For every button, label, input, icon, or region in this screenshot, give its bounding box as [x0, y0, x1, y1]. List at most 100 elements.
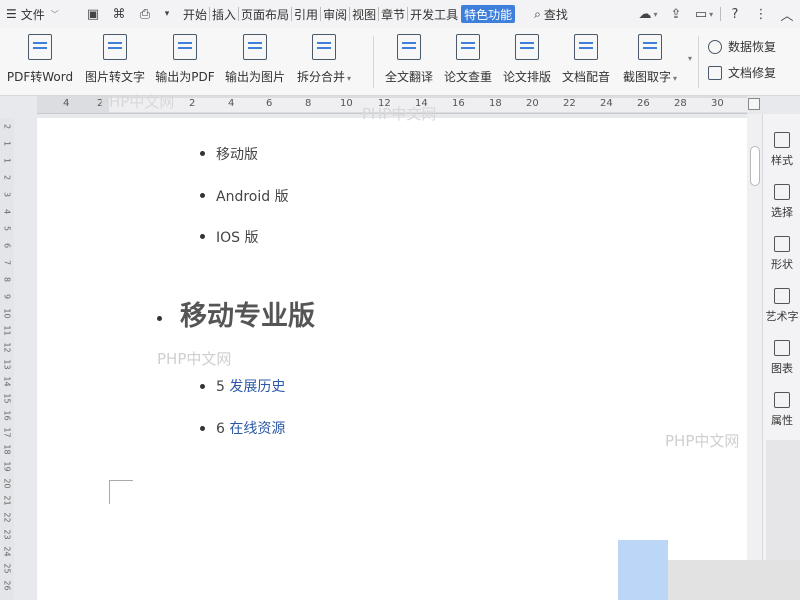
ruler-toggle-icon[interactable]	[748, 98, 760, 110]
watermark: PHP中文网	[100, 93, 175, 111]
save-icon[interactable]: ▣	[80, 0, 106, 28]
share-icon[interactable]: ⇪	[663, 0, 689, 28]
panel-style-button[interactable]: 样式	[763, 132, 800, 168]
vertical-scrollbar[interactable]	[747, 114, 762, 600]
vruler-number: 8	[2, 276, 12, 283]
cloud-sync-icon[interactable]: ☁ ▾	[633, 0, 663, 28]
tab-references[interactable]: 引用	[293, 0, 319, 28]
image-to-text-label: 图片转文字	[84, 70, 145, 84]
list-item: IOS 版	[216, 230, 259, 246]
blurred-region	[618, 540, 668, 600]
vruler-number: 25	[2, 563, 12, 574]
split-merge-button[interactable]: 拆分合并 ▾	[295, 34, 353, 85]
collapse-ribbon-icon[interactable]: ︿	[774, 0, 800, 28]
panel-shape-button[interactable]: 形状	[763, 236, 800, 272]
tab-insert[interactable]: 插入	[211, 0, 237, 28]
bullet-dot	[200, 151, 205, 156]
search-button[interactable]: ⌕ 查找	[531, 0, 571, 28]
vruler-number: 2	[2, 123, 12, 130]
panel-select-button[interactable]: 选择	[763, 184, 800, 220]
tab-separator	[291, 7, 293, 21]
thesis-layout-icon	[515, 34, 539, 60]
ribbon-more-icon[interactable]: ▾	[688, 54, 692, 63]
format-painter-icon[interactable]: ⌘	[106, 0, 132, 28]
data-recovery-button[interactable]: 数据恢复	[708, 38, 776, 55]
thesis-layout-label: 论文排版	[502, 70, 551, 84]
vruler-number: 6	[2, 242, 12, 249]
screenshot-ocr-button[interactable]: 截图取字 ▾	[620, 34, 680, 85]
bullet-dot	[200, 426, 205, 431]
panel-properties-button[interactable]: 属性	[763, 392, 800, 428]
tab-view[interactable]: 视图	[351, 0, 377, 28]
pdf-to-word-button[interactable]: PDF转Word	[6, 34, 74, 85]
watermark: PHP中文网	[157, 350, 232, 368]
ruler-number: 10	[340, 98, 353, 109]
menu-bar: ☰ 文件 ﹀ ▣ ⌘ ⎙ ▾ 开始 插入 页面布局 引用 审阅 视图 章节 开发…	[0, 0, 800, 28]
tab-review[interactable]: 审阅	[322, 0, 348, 28]
vertical-ruler[interactable]: 2 1 1 2 3 4 5 6 7 8 9 10 11 12 13 14 15 …	[0, 118, 14, 600]
tab-special-features[interactable]: 特色功能	[461, 5, 516, 23]
print-icon[interactable]: ⎙	[132, 0, 158, 28]
thesis-layout-button[interactable]: 论文排版	[502, 34, 552, 85]
document-repair-button[interactable]: 文档修复	[708, 64, 776, 81]
screenshot-ocr-icon	[638, 34, 662, 60]
list-item-link[interactable]: 6 在线资源	[216, 418, 285, 438]
more-options-icon[interactable]: ⋮	[748, 0, 774, 28]
vruler-number: 15	[2, 393, 12, 404]
vruler-number: 19	[2, 461, 12, 472]
list-item-number: 5	[216, 379, 225, 395]
plagiarism-check-button[interactable]: 论文查重	[443, 34, 493, 85]
ruler-number: 18	[489, 98, 502, 109]
chart-icon	[774, 340, 790, 356]
ruler-number: 20	[526, 98, 539, 109]
export-pdf-button[interactable]: 输出为PDF	[155, 34, 215, 85]
help-icon[interactable]: ?	[722, 0, 748, 28]
tab-home[interactable]: 开始	[182, 0, 208, 28]
section-heading: 移动专业版	[180, 301, 315, 332]
page-gutter	[14, 114, 37, 600]
ruler-number: 24	[600, 98, 613, 109]
microphone-icon	[574, 34, 598, 60]
search-icon: ⌕	[534, 6, 541, 21]
tab-developer[interactable]: 开发工具	[409, 0, 459, 28]
vruler-number: 18	[2, 444, 12, 455]
history-link[interactable]: 发展历史	[229, 379, 285, 395]
screenshot-ocr-label: 截图取字 ▾	[623, 68, 677, 85]
document-dubbing-button[interactable]: 文档配音	[561, 34, 611, 85]
document-page[interactable]: 移动版 Android 版 IOS 版 移动专业版 5 发展历史 6 在线资源 …	[37, 118, 747, 600]
tab-separator	[320, 7, 322, 21]
tab-chapter[interactable]: 章节	[380, 0, 406, 28]
vruler-number: 1	[2, 157, 12, 164]
repair-icon	[708, 65, 722, 80]
search-label: 查找	[543, 7, 568, 22]
collaborate-icon[interactable]: ▭ ▾	[689, 0, 719, 28]
export-image-icon	[243, 34, 267, 60]
image-to-text-button[interactable]: 图片转文字	[84, 34, 146, 85]
plagiarism-check-icon	[456, 34, 480, 60]
tab-page-layout[interactable]: 页面布局	[240, 0, 290, 28]
tab-separator	[378, 7, 380, 21]
list-item: 移动版	[216, 147, 258, 163]
full-translate-button[interactable]: 全文翻译	[384, 34, 434, 85]
chevron-down-icon: ▾	[673, 74, 678, 83]
vruler-number: 9	[2, 293, 12, 300]
ruler-number: 4	[63, 98, 70, 109]
list-item-link[interactable]: 5 发展历史	[216, 376, 285, 396]
panel-wordart-button[interactable]: 艺术字	[763, 288, 800, 324]
vruler-number: 7	[2, 259, 12, 266]
panel-chart-button[interactable]: 图表	[763, 340, 800, 376]
pdf-to-word-icon	[28, 34, 52, 60]
online-resources-link[interactable]: 在线资源	[229, 421, 285, 437]
vruler-number: 5	[2, 225, 12, 232]
scrollbar-thumb[interactable]	[750, 146, 760, 186]
hamburger-icon: ☰	[6, 7, 17, 21]
image-to-text-icon	[103, 34, 127, 60]
cursor-icon	[774, 184, 790, 200]
file-menu-button[interactable]: ☰ 文件 ﹀	[0, 0, 80, 28]
screenshot-ocr-text: 截图取字	[622, 70, 671, 84]
export-image-button[interactable]: 输出为图片	[224, 34, 286, 85]
more-dropdown-icon[interactable]: ▾	[158, 0, 176, 28]
bullet-dot	[200, 234, 205, 239]
pdf-to-word-label: PDF转Word	[6, 70, 74, 84]
blurred-region	[766, 440, 800, 560]
